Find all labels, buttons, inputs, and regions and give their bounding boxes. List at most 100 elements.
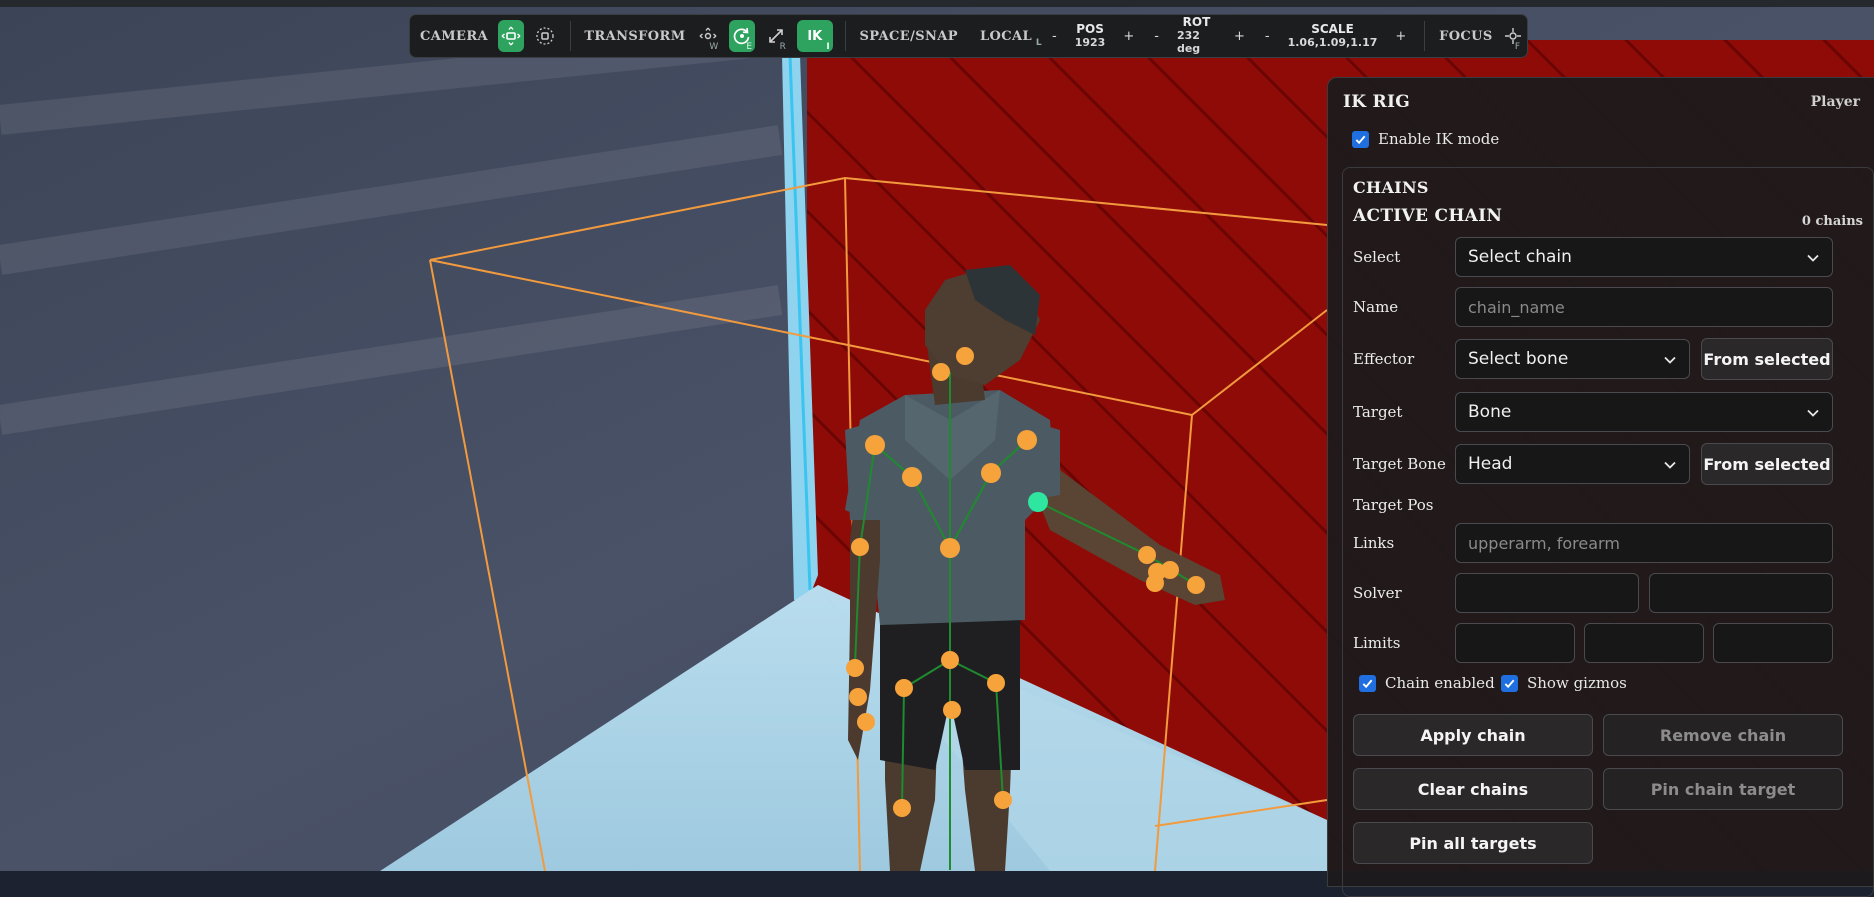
focus-button[interactable]: FOCUS	[1433, 29, 1499, 44]
local-space-toggle[interactable]: LOCAL L	[974, 28, 1042, 48]
joint-hip-left[interactable]	[895, 679, 913, 697]
scale-decrease-button[interactable]: -	[1255, 29, 1280, 44]
joint-neck[interactable]	[932, 363, 950, 381]
chains-section: CHAINS ACTIVE CHAIN 0 chains Select Sele…	[1342, 167, 1874, 897]
target-bone-from-selected-button[interactable]: From selected	[1701, 443, 1833, 485]
focus-shortcut: F	[1514, 42, 1520, 52]
effector-select-value: Select bone	[1468, 349, 1569, 369]
chain-select-value: Select chain	[1468, 247, 1572, 267]
joint-pelvis[interactable]	[941, 651, 959, 669]
joint-thumb-right[interactable]	[1161, 561, 1179, 579]
joint-fingertip-right[interactable]	[1187, 576, 1205, 594]
rotate-tool-button[interactable]: E	[729, 20, 756, 52]
show-gizmos-checkbox[interactable]	[1501, 674, 1518, 692]
joint-shoulder-left[interactable]	[865, 435, 885, 455]
ik-rig-panel: IK RIG Player Enable IK mode CHAINS ACTI…	[1327, 77, 1874, 897]
joint-knee-right[interactable]	[994, 791, 1012, 809]
joint-wrist-left[interactable]	[846, 659, 864, 677]
joint-hand-left[interactable]	[849, 688, 867, 706]
toolbar-divider	[569, 21, 571, 51]
solver-label: Solver	[1353, 584, 1402, 602]
joint-hip-right[interactable]	[987, 674, 1005, 692]
rotate-shortcut: E	[746, 42, 753, 52]
pin-all-targets-button[interactable]: Pin all targets	[1353, 822, 1593, 864]
target-object-tag: Player	[1810, 94, 1860, 110]
effector-select[interactable]: Select bone	[1455, 339, 1690, 379]
pos-readout: POS 1923	[1067, 22, 1114, 49]
chains-title: CHAINS	[1353, 178, 1429, 197]
checkmark-icon	[1504, 679, 1515, 688]
chain-name-input[interactable]: chain_name	[1455, 287, 1833, 327]
joint-groin[interactable]	[943, 701, 961, 719]
enable-ik-row[interactable]: Enable IK mode	[1352, 130, 1499, 148]
clear-chains-button[interactable]: Clear chains	[1353, 768, 1593, 810]
chain-enabled-checkbox[interactable]	[1359, 674, 1376, 692]
joint-head-top[interactable]	[956, 347, 974, 365]
chain-enabled-row[interactable]: Chain enabled	[1359, 674, 1495, 692]
limits-label: Limits	[1353, 634, 1401, 652]
chevron-down-icon	[1807, 409, 1819, 417]
joint-clavicle-right[interactable]	[981, 463, 1001, 483]
ik-mode-button[interactable]: IK I	[796, 20, 833, 52]
joint-knee-left[interactable]	[893, 799, 911, 817]
links-input[interactable]: upperarm, forearm	[1455, 523, 1833, 563]
links-label: Links	[1353, 534, 1395, 552]
apply-chain-button[interactable]: Apply chain	[1353, 714, 1593, 756]
chain-enabled-label: Chain enabled	[1385, 674, 1495, 692]
local-label: LOCAL	[979, 28, 1033, 44]
translate-tool-button[interactable]: W	[696, 20, 722, 52]
links-placeholder: upperarm, forearm	[1468, 533, 1620, 553]
viewport-toolbar: CAMERA TRANSFORM W E R IK I SPACE/SNAP L…	[409, 14, 1528, 58]
scale-increase-button[interactable]: +	[1385, 29, 1416, 44]
solver-iterations-input[interactable]	[1455, 573, 1639, 613]
solver-tolerance-input[interactable]	[1649, 573, 1833, 613]
effector-from-selected-button[interactable]: From selected	[1701, 338, 1833, 380]
scale-label: SCALE	[1311, 21, 1354, 36]
rot-label: ROT	[1182, 15, 1211, 30]
enable-ik-checkbox[interactable]	[1352, 130, 1369, 148]
remove-chain-button[interactable]: Remove chain	[1603, 714, 1843, 756]
toolbar-divider	[844, 21, 846, 51]
space-snap-label[interactable]: SPACE/SNAP	[854, 29, 964, 44]
joint-selected-elbow-right[interactable]	[1028, 492, 1048, 512]
camera-orbit-button[interactable]	[498, 20, 524, 52]
pin-chain-target-button[interactable]: Pin chain target	[1603, 768, 1843, 810]
pos-increase-button[interactable]: +	[1113, 29, 1144, 44]
name-label: Name	[1353, 298, 1399, 316]
camera-frame-button[interactable]	[532, 20, 558, 52]
rot-increase-button[interactable]: +	[1224, 29, 1255, 44]
camera-label: CAMERA	[420, 28, 489, 44]
limit-z-input[interactable]	[1713, 623, 1833, 663]
chevron-down-icon	[1664, 461, 1676, 469]
scale-tool-button[interactable]: R	[763, 20, 789, 52]
scale-shortcut: R	[779, 42, 786, 52]
translate-shortcut: W	[709, 42, 719, 52]
pos-value: 1923	[1074, 35, 1106, 49]
effector-label: Effector	[1353, 350, 1415, 368]
show-gizmos-label: Show gizmos	[1527, 674, 1627, 692]
joint-shoulder-right[interactable]	[1017, 430, 1037, 450]
show-gizmos-row[interactable]: Show gizmos	[1501, 674, 1627, 692]
target-bone-select[interactable]: Head	[1455, 444, 1690, 484]
chevron-down-icon	[1807, 254, 1819, 262]
select-label: Select	[1353, 248, 1401, 266]
joint-clavicle-left[interactable]	[902, 467, 922, 487]
pos-decrease-button[interactable]: -	[1042, 29, 1067, 44]
window-top-strip	[0, 0, 1874, 7]
scale-readout: SCALE 1.06,1.09,1.17	[1280, 21, 1386, 49]
checkmark-icon	[1362, 679, 1373, 688]
joint-finger-right[interactable]	[1146, 574, 1164, 592]
chain-select[interactable]: Select chain	[1455, 237, 1833, 277]
joint-spine[interactable]	[940, 538, 960, 558]
joint-elbow-left[interactable]	[851, 538, 869, 556]
limit-x-input[interactable]	[1455, 623, 1575, 663]
chevron-down-icon	[1664, 356, 1676, 364]
checkmark-icon	[1355, 135, 1366, 144]
rot-decrease-button[interactable]: -	[1144, 29, 1169, 44]
joint-finger-left[interactable]	[857, 713, 875, 731]
target-type-select[interactable]: Bone	[1455, 392, 1833, 432]
ik-label: IK	[807, 28, 823, 44]
limit-y-input[interactable]	[1584, 623, 1704, 663]
joint-wrist-right[interactable]	[1138, 546, 1156, 564]
focus-target-button[interactable]: F	[1503, 20, 1523, 52]
